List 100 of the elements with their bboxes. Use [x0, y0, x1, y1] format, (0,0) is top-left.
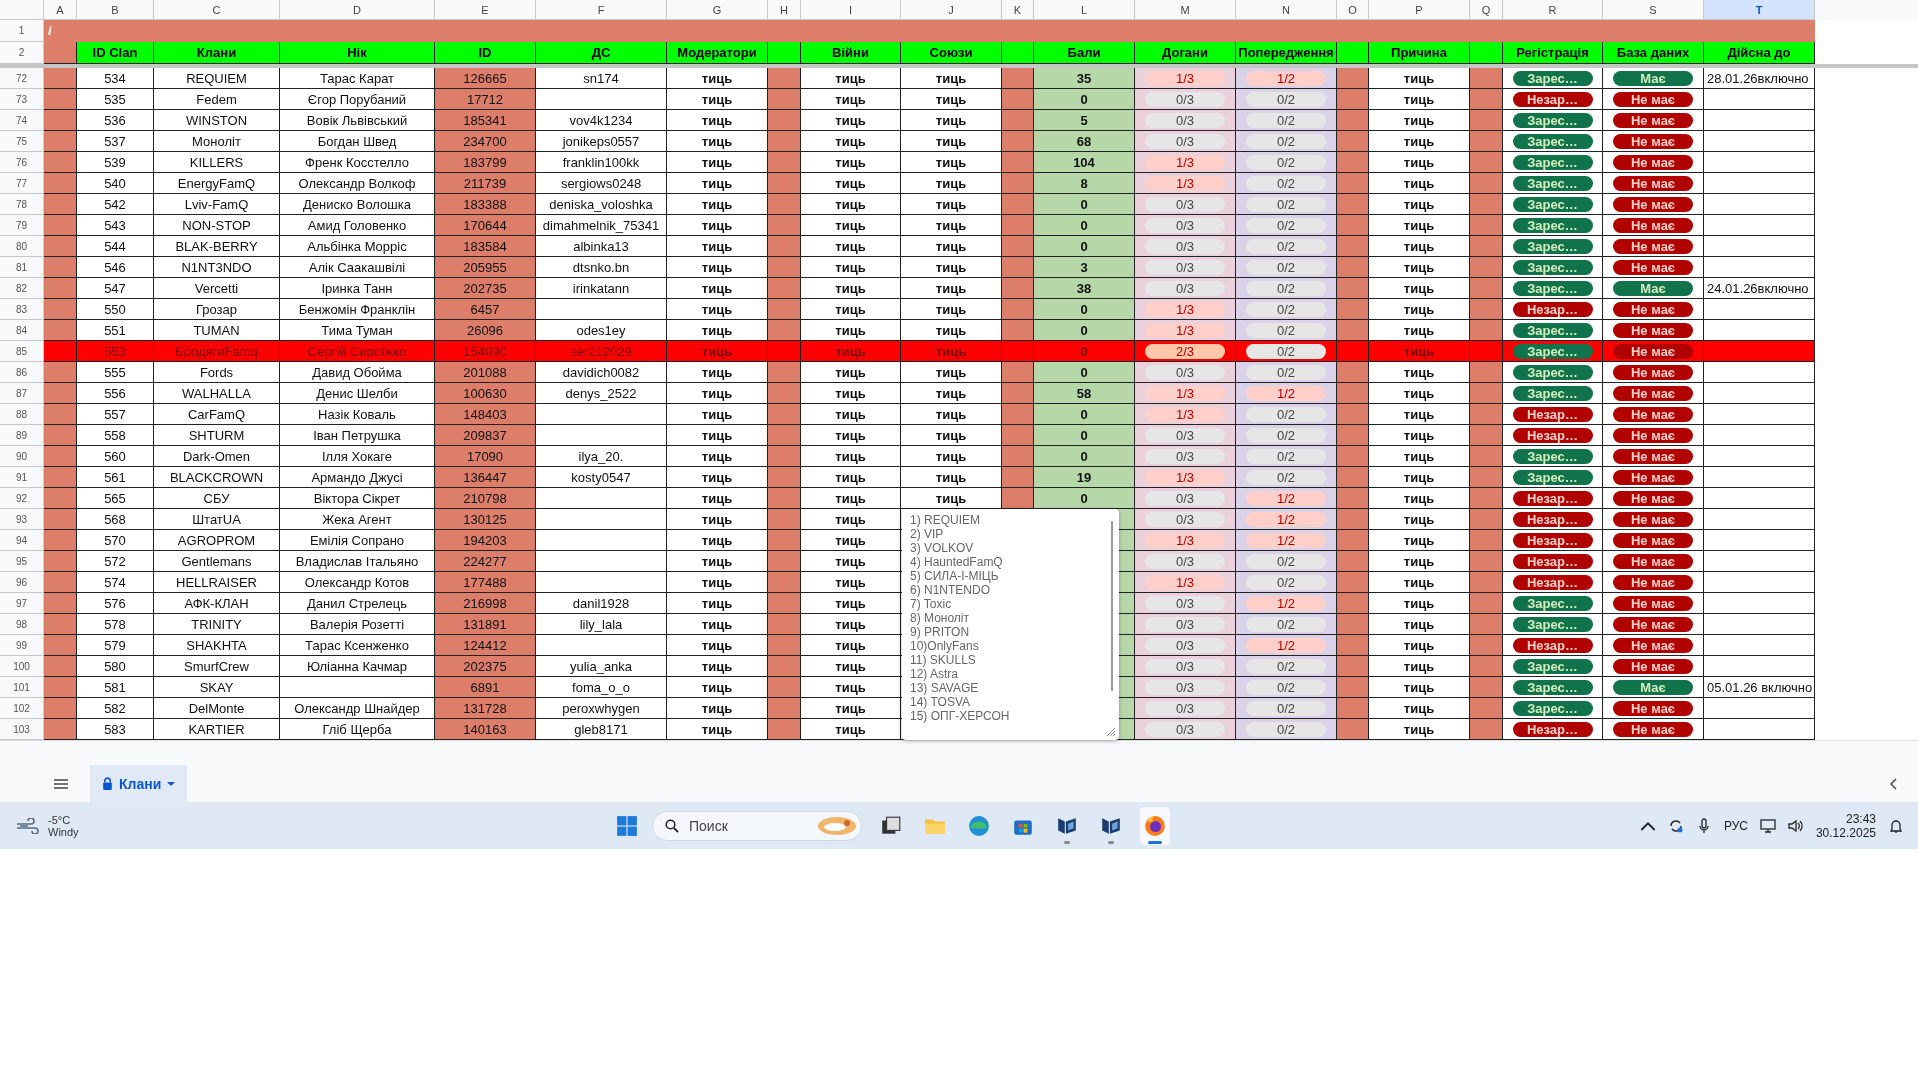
warning-chip[interactable]: 0/2 [1246, 259, 1326, 275]
dropdown-option[interactable]: 8) Моноліт [910, 611, 969, 625]
warning-chip[interactable]: 0/2 [1246, 469, 1326, 485]
dropdown-option[interactable]: 1) REQUIEM [910, 513, 980, 527]
reprimand-chip[interactable]: 1/3 [1145, 385, 1225, 401]
registration-chip[interactable]: Зарес… [1512, 154, 1593, 170]
notification-icon[interactable] [1888, 817, 1904, 834]
dropdown-option[interactable]: 12) Astra [910, 667, 959, 681]
warning-chip[interactable]: 0/2 [1246, 154, 1326, 170]
dropdown-option[interactable]: 14) TOSVA [910, 695, 971, 709]
warning-chip[interactable]: 1/2 [1246, 595, 1326, 611]
clock-date[interactable]: 30.12.2025 [1815, 825, 1876, 840]
wind-icon[interactable] [16, 817, 40, 834]
registration-chip[interactable]: Незар… [1512, 574, 1593, 590]
warning-chip[interactable]: 0/2 [1246, 721, 1326, 737]
dropdown-option[interactable]: 5) СИЛА-І-МІЦЬ [910, 569, 999, 583]
reprimand-chip[interactable]: 0/3 [1145, 196, 1225, 212]
collapse-icon[interactable] [1890, 777, 1898, 790]
database-chip[interactable]: Не має [1613, 595, 1693, 611]
reprimand-chip[interactable]: 0/3 [1145, 679, 1225, 695]
warning-chip[interactable]: 0/2 [1246, 133, 1326, 149]
reprimand-chip[interactable]: 0/3 [1145, 637, 1225, 653]
database-chip[interactable]: Не має [1613, 385, 1693, 401]
database-chip[interactable]: Не має [1613, 700, 1693, 716]
warning-chip[interactable]: 0/2 [1246, 574, 1326, 590]
registration-chip[interactable]: Зарес… [1512, 700, 1593, 716]
dropdown-option[interactable]: 7) Toxic [910, 597, 952, 611]
registration-chip[interactable]: Зарес… [1512, 112, 1593, 128]
reprimand-chip[interactable]: 0/3 [1145, 280, 1225, 296]
warning-chip[interactable]: 0/2 [1246, 175, 1326, 191]
warning-chip[interactable]: 0/2 [1246, 448, 1326, 464]
reprimand-chip[interactable]: 1/3 [1145, 70, 1225, 86]
database-chip[interactable]: Не має [1613, 406, 1693, 422]
warning-chip[interactable]: 0/2 [1246, 364, 1326, 380]
database-chip[interactable]: Не має [1613, 574, 1693, 590]
link-cell[interactable]: тиць [801, 656, 901, 677]
database-chip[interactable]: Не має [1613, 364, 1693, 380]
database-chip[interactable]: Не має [1613, 490, 1693, 506]
registration-chip[interactable]: Зарес… [1512, 616, 1593, 632]
reprimand-chip[interactable]: 0/3 [1145, 217, 1225, 233]
link-cell[interactable]: тиць [801, 278, 901, 299]
registration-chip[interactable]: Зарес… [1512, 343, 1593, 359]
warning-chip[interactable]: 0/2 [1246, 91, 1326, 107]
link-cell[interactable]: тиць [801, 488, 901, 509]
link-cell[interactable]: тиць [801, 425, 901, 446]
database-chip[interactable]: Не має [1613, 511, 1693, 527]
database-chip[interactable]: Не має [1613, 343, 1693, 359]
registration-chip[interactable]: Зарес… [1512, 280, 1593, 296]
dropdown-option[interactable]: 15) ОПГ-ХЕРСОН [910, 709, 1010, 723]
registration-chip[interactable]: Незар… [1512, 553, 1593, 569]
registration-chip[interactable]: Зарес… [1512, 217, 1593, 233]
database-chip[interactable]: Має [1613, 679, 1693, 695]
warning-chip[interactable]: 0/2 [1246, 196, 1326, 212]
link-cell[interactable]: тиць [801, 68, 901, 89]
reprimand-chip[interactable]: 1/3 [1145, 406, 1225, 422]
scrollbar[interactable] [1111, 521, 1113, 691]
language-indicator[interactable]: РУС [1723, 818, 1748, 833]
reprimand-chip[interactable]: 0/3 [1145, 91, 1225, 107]
reprimand-chip[interactable]: 0/3 [1145, 616, 1225, 632]
registration-chip[interactable]: Зарес… [1512, 679, 1593, 695]
warning-chip[interactable]: 0/2 [1246, 280, 1326, 296]
warning-chip[interactable]: 0/2 [1246, 238, 1326, 254]
database-chip[interactable]: Не має [1613, 301, 1693, 317]
registration-chip[interactable]: Зарес… [1512, 469, 1593, 485]
link-cell[interactable]: тиць [801, 698, 901, 719]
database-chip[interactable]: Не має [1613, 238, 1693, 254]
registration-chip[interactable]: Незар… [1512, 490, 1593, 506]
warning-chip[interactable]: 1/2 [1246, 637, 1326, 653]
reprimand-chip[interactable]: 0/3 [1145, 595, 1225, 611]
database-chip[interactable]: Не має [1613, 91, 1693, 107]
link-cell[interactable]: тиць [801, 572, 901, 593]
reprimand-chip[interactable]: 1/3 [1145, 574, 1225, 590]
registration-chip[interactable]: Незар… [1512, 532, 1593, 548]
registration-chip[interactable]: Зарес… [1512, 322, 1593, 338]
dropdown-option[interactable]: 4) HauntedFamQ [910, 555, 1003, 569]
reprimand-chip[interactable]: 1/3 [1145, 469, 1225, 485]
database-chip[interactable]: Не має [1613, 133, 1693, 149]
reprimand-chip[interactable]: 1/3 [1145, 322, 1225, 338]
sync-icon[interactable] [1667, 817, 1684, 834]
dropdown-option[interactable]: 11) SKULLS [910, 653, 976, 667]
link-cell[interactable]: тиць [801, 593, 901, 614]
resize-handle-icon[interactable] [1106, 727, 1116, 737]
warning-chip[interactable]: 1/2 [1246, 532, 1326, 548]
database-chip[interactable]: Не має [1613, 217, 1693, 233]
link-cell[interactable]: тиць [801, 404, 901, 425]
warning-chip[interactable]: 0/2 [1246, 301, 1326, 317]
dropdown-option[interactable]: 9) PRITON [910, 625, 970, 639]
sheet-tab[interactable]: Клани [90, 765, 188, 802]
database-chip[interactable]: Не має [1613, 112, 1693, 128]
dropdown-option[interactable]: 6) N1NTENDO [910, 583, 990, 597]
database-chip[interactable]: Не має [1613, 658, 1693, 674]
reprimand-chip[interactable]: 1/3 [1145, 532, 1225, 548]
link-cell[interactable]: тиць [801, 152, 901, 173]
reprimand-chip[interactable]: 0/3 [1145, 700, 1225, 716]
registration-chip[interactable]: Незар… [1512, 301, 1593, 317]
registration-chip[interactable]: Зарес… [1512, 133, 1593, 149]
database-chip[interactable]: Не має [1613, 448, 1693, 464]
reprimand-chip[interactable]: 1/3 [1145, 301, 1225, 317]
column-header[interactable]: T [1704, 0, 1815, 20]
reprimand-chip[interactable]: 1/3 [1145, 154, 1225, 170]
